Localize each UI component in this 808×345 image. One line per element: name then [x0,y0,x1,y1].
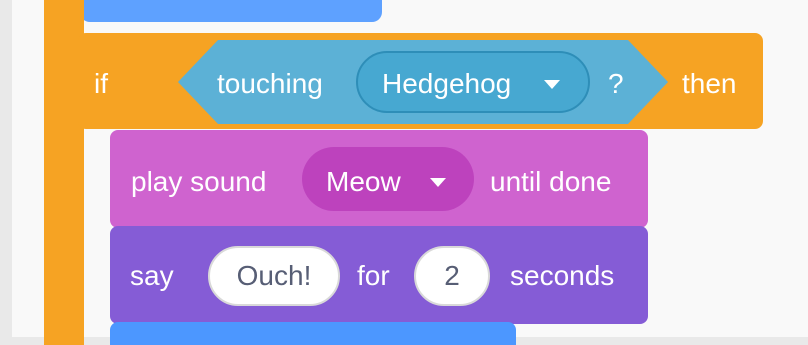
motion-block-below[interactable] [110,322,516,345]
message-input[interactable]: Ouch! [208,246,340,306]
then-label: then [682,68,737,99]
caret-down-icon [430,178,446,187]
sound-dropdown-value: Meow [326,166,401,197]
if-label: if [94,68,108,99]
canvas-left-edge [0,0,12,345]
motion-block-above[interactable] [80,0,382,22]
question-mark-label: ? [608,68,624,99]
for-label: for [357,260,390,291]
say-label: say [130,260,174,291]
play-sound-label: play sound [131,166,267,197]
touching-label: touching [217,68,323,99]
until-done-label: until done [490,166,612,197]
seconds-input[interactable]: 2 [414,246,490,306]
caret-down-icon [544,80,560,89]
sprite-dropdown-value: Hedgehog [382,68,512,99]
seconds-label: seconds [510,260,615,291]
